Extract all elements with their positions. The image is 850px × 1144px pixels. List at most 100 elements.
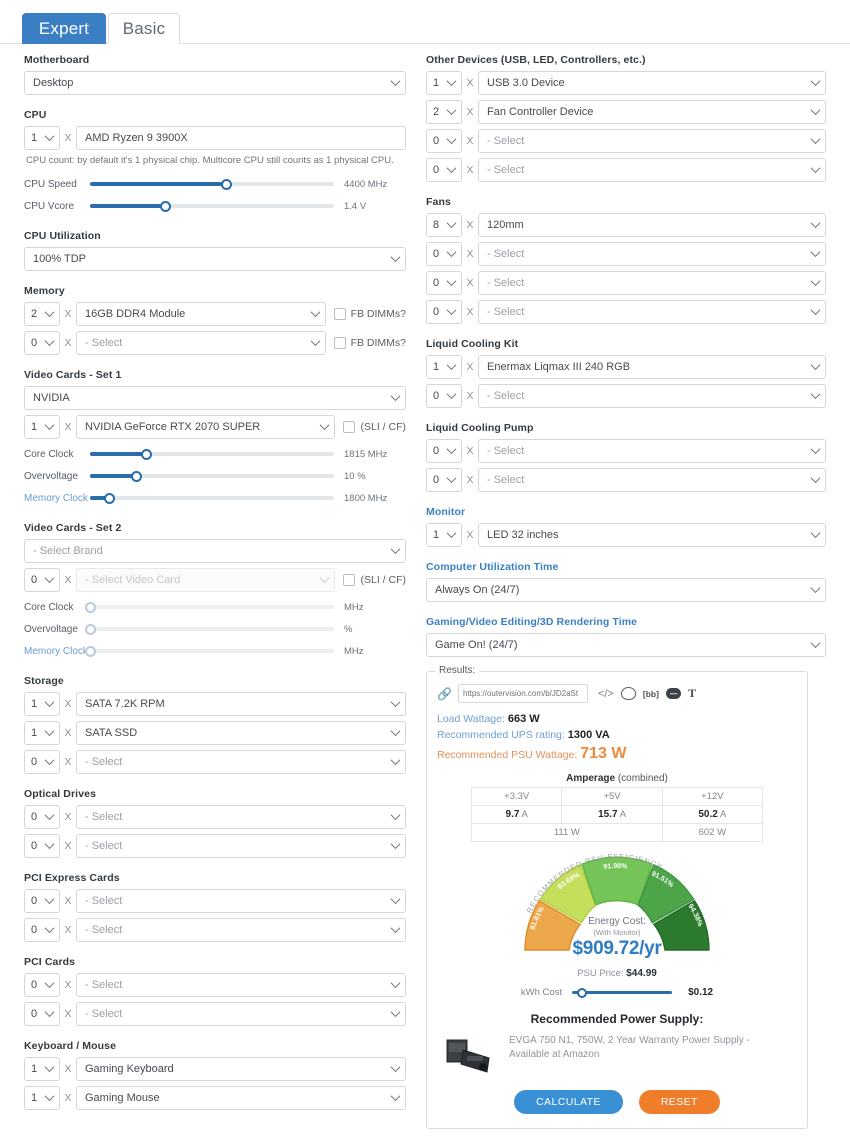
video-set1-memory-clock-slider[interactable]: Memory Clock 1800 MHz bbox=[24, 488, 406, 508]
mouse-type-select[interactable]: Gaming Mouse bbox=[76, 1086, 406, 1110]
fan-qty-select-2[interactable]: 0 bbox=[426, 242, 462, 266]
memory-qty-select-1[interactable]: 2 bbox=[24, 302, 60, 326]
other-device-qty-select-1[interactable]: 1 bbox=[426, 71, 462, 95]
video-set1-memory-clock-track[interactable] bbox=[90, 492, 334, 504]
cpu-utilization-select[interactable]: 100% TDP bbox=[24, 247, 406, 271]
sli-cf-checkbox-1[interactable] bbox=[343, 421, 356, 433]
fan-type-select-2[interactable]: - Select bbox=[478, 242, 826, 266]
cpu-speed-slider[interactable]: CPU Speed 4400 MHz bbox=[24, 174, 406, 194]
video-set1-memory-clock-knob[interactable] bbox=[104, 492, 116, 504]
pcie-type-select-2[interactable]: - Select bbox=[76, 918, 406, 942]
fan-qty-select-4[interactable]: 0 bbox=[426, 300, 462, 324]
video-set1-core-clock-value: 1815 MHz bbox=[344, 448, 388, 460]
recommended-psu-link[interactable]: EVGA 750 N1, 750W, 2 Year Warranty Power… bbox=[509, 1034, 791, 1061]
text-icon[interactable]: T bbox=[688, 686, 696, 701]
fan-type-select-1[interactable]: 120mm bbox=[478, 213, 826, 237]
memory-module-select-2[interactable]: - Select bbox=[76, 331, 326, 355]
monitor-qty-select[interactable]: 1 bbox=[426, 523, 462, 547]
tab-expert[interactable]: Expert bbox=[22, 13, 106, 44]
share-row: 🔗 https://outervision.com/b/JD2aSt </> [… bbox=[437, 684, 797, 703]
computer-utilization-time-select[interactable]: Always On (24/7) bbox=[426, 578, 826, 602]
storage-qty-select-2[interactable]: 1 bbox=[24, 721, 60, 745]
other-device-qty-select-3[interactable]: 0 bbox=[426, 129, 462, 153]
fan-type-select-3[interactable]: - Select bbox=[478, 271, 826, 295]
fan-type-value-1: 120mm bbox=[487, 219, 524, 231]
cpu-qty-select[interactable]: 1 bbox=[24, 126, 60, 150]
video-set1-brand-select[interactable]: NVIDIA bbox=[24, 386, 406, 410]
monitor-type-select[interactable]: LED 32 inches bbox=[478, 523, 826, 547]
lcp-type-select-1[interactable]: - Select bbox=[478, 439, 826, 463]
other-device-type-select-1[interactable]: USB 3.0 Device bbox=[478, 71, 826, 95]
computer-utilization-time-label: Computer Utilization Time bbox=[426, 561, 559, 573]
video-set1-core-clock-track[interactable] bbox=[90, 448, 334, 460]
cpu-vcore-track[interactable] bbox=[90, 200, 334, 212]
kwh-cost-knob[interactable] bbox=[577, 987, 588, 998]
cpu-vcore-knob[interactable] bbox=[160, 200, 172, 212]
cpu-model-field[interactable]: AMD Ryzen 9 3900X bbox=[76, 126, 406, 150]
cpu-vcore-slider[interactable]: CPU Vcore 1.4 V bbox=[24, 196, 406, 216]
video-set1-card-select[interactable]: NVIDIA GeForce RTX 2070 SUPER bbox=[76, 415, 336, 439]
pci-type-select-2[interactable]: - Select bbox=[76, 1002, 406, 1026]
pci-qty-select-1[interactable]: 0 bbox=[24, 973, 60, 997]
optical-qty-select-1[interactable]: 0 bbox=[24, 805, 60, 829]
optical-type-select-1[interactable]: - Select bbox=[76, 805, 406, 829]
lck-qty-select-2[interactable]: 0 bbox=[426, 384, 462, 408]
reset-button[interactable]: RESET bbox=[638, 1090, 720, 1114]
optical-qty-select-2[interactable]: 0 bbox=[24, 834, 60, 858]
share-url-field[interactable]: https://outervision.com/b/JD2aSt bbox=[457, 684, 588, 703]
video-set1-overvoltage-slider[interactable]: Overvoltage 10 % bbox=[24, 466, 406, 486]
lcp-qty-select-2[interactable]: 0 bbox=[426, 468, 462, 492]
fb-dimms-checkbox-2[interactable] bbox=[333, 337, 346, 349]
storage-qty-select-3[interactable]: 0 bbox=[24, 750, 60, 774]
bbcode-icon[interactable]: [bb] bbox=[643, 689, 659, 699]
keyboard-qty-select[interactable]: 1 bbox=[24, 1057, 60, 1081]
video-set1-qty-select[interactable]: 1 bbox=[24, 415, 60, 439]
kwh-cost-track[interactable] bbox=[572, 987, 673, 998]
optical-type-select-2[interactable]: - Select bbox=[76, 834, 406, 858]
video-set1-overvoltage-track[interactable] bbox=[90, 470, 334, 482]
motherboard-select[interactable]: Desktop bbox=[24, 71, 406, 95]
other-device-qty-select-2[interactable]: 2 bbox=[426, 100, 462, 124]
cpu-speed-track[interactable] bbox=[90, 178, 334, 190]
other-device-type-select-2[interactable]: Fan Controller Device bbox=[478, 100, 826, 124]
mouse-qty-select[interactable]: 1 bbox=[24, 1086, 60, 1110]
memory-qty-select-2[interactable]: 0 bbox=[24, 331, 60, 355]
reddit-icon[interactable] bbox=[620, 687, 636, 700]
cpu-speed-knob[interactable] bbox=[221, 178, 233, 190]
pcie-qty-select-1[interactable]: 0 bbox=[24, 889, 60, 913]
other-device-type-select-3[interactable]: - Select bbox=[478, 129, 826, 153]
lck-qty-select-1[interactable]: 1 bbox=[426, 355, 462, 379]
lck-type-select-2[interactable]: - Select bbox=[478, 384, 826, 408]
video-set2-brand-select[interactable]: - Select Brand bbox=[24, 539, 406, 563]
pcie-type-select-1[interactable]: - Select bbox=[76, 889, 406, 913]
fb-dimms-checkbox-1[interactable] bbox=[333, 308, 346, 320]
storage-type-select-3[interactable]: - Select bbox=[76, 750, 406, 774]
pci-qty-select-2[interactable]: 0 bbox=[24, 1002, 60, 1026]
other-device-type-select-4[interactable]: - Select bbox=[478, 158, 826, 182]
fan-qty-select-3[interactable]: 0 bbox=[426, 271, 462, 295]
other-device-qty-select-4[interactable]: 0 bbox=[426, 158, 462, 182]
fan-qty-select-1[interactable]: 8 bbox=[426, 213, 462, 237]
fan-type-select-4[interactable]: - Select bbox=[478, 300, 826, 324]
memory-module-select-1[interactable]: 16GB DDR4 Module bbox=[76, 302, 326, 326]
video-set1-core-clock-slider[interactable]: Core Clock 1815 MHz bbox=[24, 444, 406, 464]
storage-qty-select-1[interactable]: 1 bbox=[24, 692, 60, 716]
tab-basic[interactable]: Basic bbox=[108, 13, 180, 44]
video-set2-qty-select[interactable]: 0 bbox=[24, 568, 60, 592]
kwh-cost-slider[interactable]: kWh Cost $0.12 bbox=[437, 987, 797, 998]
video-set1-overvoltage-knob[interactable] bbox=[130, 470, 142, 482]
storage-type-select-2[interactable]: SATA SSD bbox=[76, 721, 406, 745]
lcp-qty-select-1[interactable]: 0 bbox=[426, 439, 462, 463]
embed-code-icon[interactable]: </> bbox=[598, 688, 614, 700]
lcp-type-select-2[interactable]: - Select bbox=[478, 468, 826, 492]
shorturl-icon[interactable]: — bbox=[665, 688, 682, 699]
sli-cf-checkbox-2[interactable] bbox=[343, 574, 356, 586]
video-set1-core-clock-knob[interactable] bbox=[140, 448, 152, 460]
pci-type-select-1[interactable]: - Select bbox=[76, 973, 406, 997]
calculate-button[interactable]: CALCULATE bbox=[514, 1090, 623, 1114]
pcie-qty-select-2[interactable]: 0 bbox=[24, 918, 60, 942]
lck-type-select-1[interactable]: Enermax Liqmax III 240 RGB bbox=[478, 355, 826, 379]
keyboard-type-select[interactable]: Gaming Keyboard bbox=[76, 1057, 406, 1081]
gaming-time-select[interactable]: Game On! (24/7) bbox=[426, 633, 826, 657]
storage-type-select-1[interactable]: SATA 7.2K RPM bbox=[76, 692, 406, 716]
